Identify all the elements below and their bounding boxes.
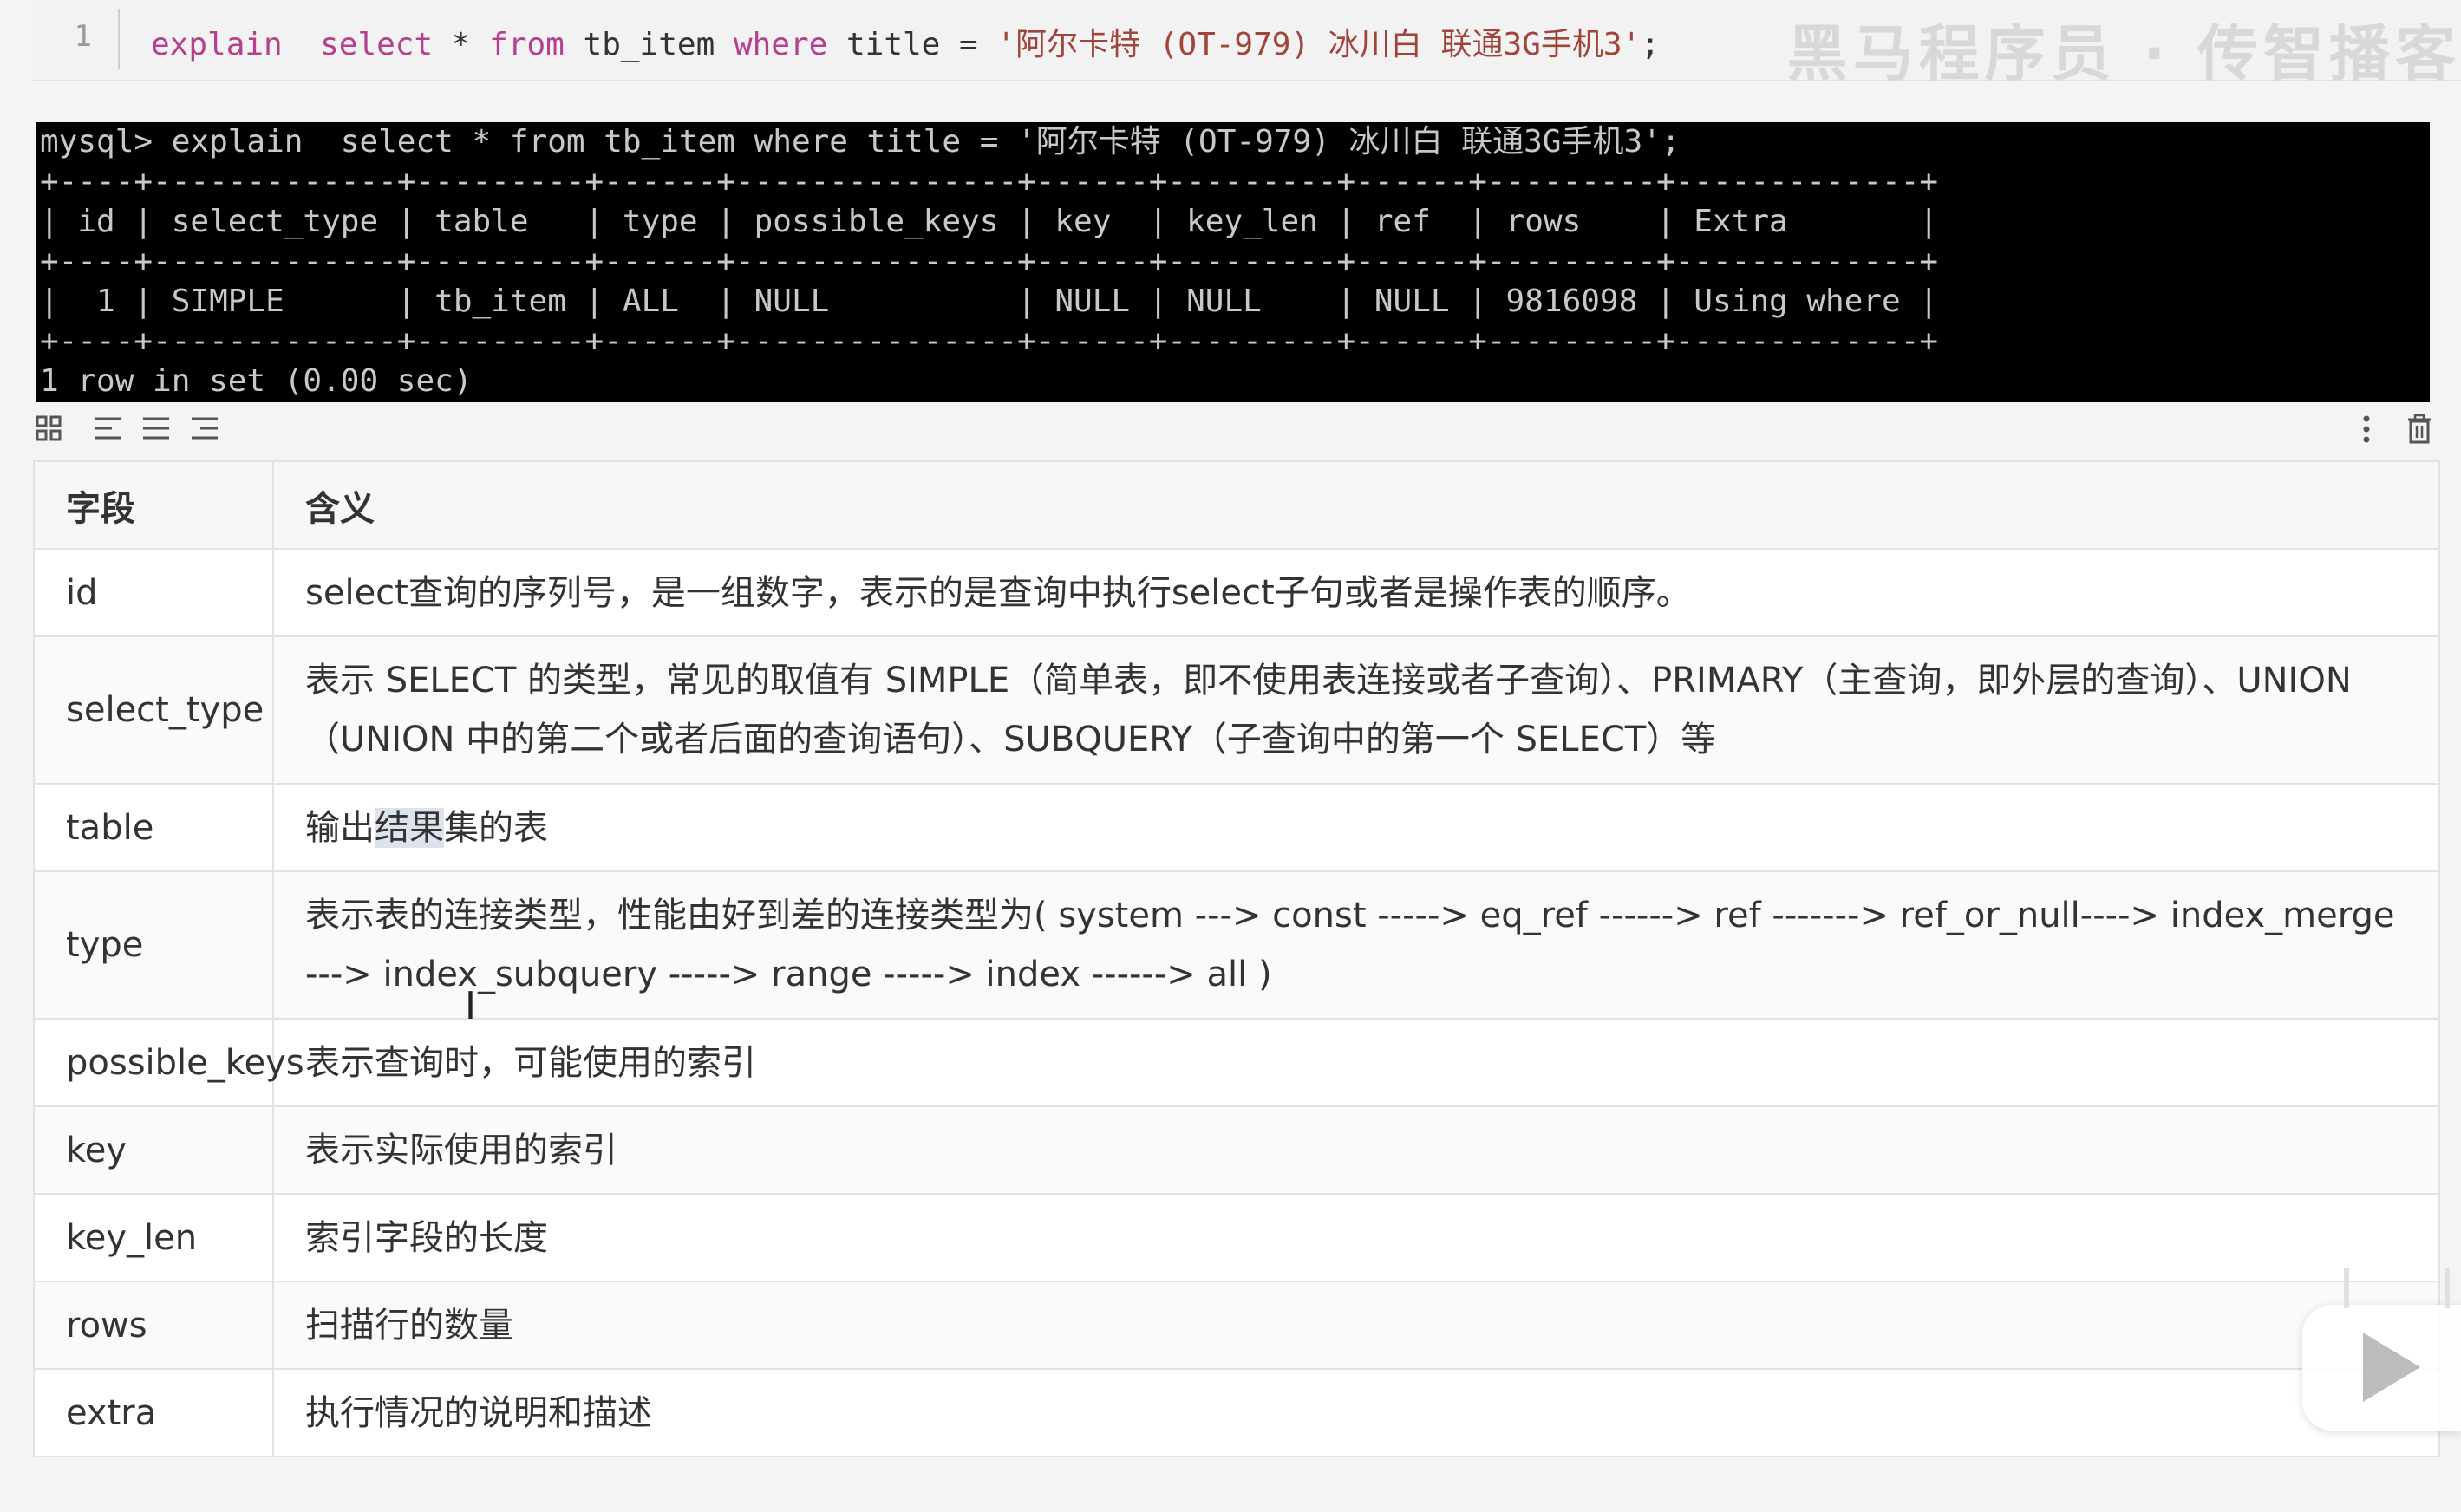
more-vertical-icon[interactable] xyxy=(2351,414,2382,446)
cell-meaning[interactable]: 表示 SELECT 的类型，常见的取值有 SIMPLE（简单表，即不使用表连接或… xyxy=(272,635,2440,785)
align-left-icon[interactable] xyxy=(92,414,123,446)
cell-meaning[interactable]: select查询的序列号，是一组数字，表示的是查询中执行select子句或者是操… xyxy=(272,548,2440,637)
meaning-text: 集的表 xyxy=(444,807,548,848)
meaning-text: 输出 xyxy=(305,807,375,848)
cell-meaning[interactable]: 表示实际使用的索引 xyxy=(272,1105,2440,1195)
table-row: possible_keys 表示查询时，可能使用的索引 xyxy=(33,1018,2440,1107)
play-icon xyxy=(2363,1333,2420,1402)
cell-field[interactable]: type xyxy=(33,870,274,1020)
cell-meaning[interactable]: 表示表的连接类型，性能由好到差的连接类型为( system ---> const… xyxy=(272,870,2440,1020)
cell-field[interactable]: id xyxy=(33,548,274,637)
table-actions xyxy=(2351,414,2435,449)
align-center-icon[interactable] xyxy=(140,414,172,446)
table-row: extra 执行情况的说明和描述 xyxy=(33,1368,2440,1457)
cell-field[interactable]: rows xyxy=(33,1281,274,1370)
cell-meaning[interactable]: 输出结果集的表 xyxy=(272,783,2440,872)
trash-icon[interactable] xyxy=(2404,414,2435,446)
sql-code-line[interactable]: explain select * from tb_item where titl… xyxy=(151,19,1660,64)
tv-antenna-icon xyxy=(2344,1268,2450,1308)
cell-field[interactable]: key xyxy=(33,1105,274,1195)
code-text: ; xyxy=(1641,27,1660,62)
line-number: 1 xyxy=(74,19,92,54)
header-field[interactable]: 字段 xyxy=(33,460,274,550)
watermark: 黑马程序员 · 传智播客 xyxy=(1786,18,2461,89)
gutter-divider xyxy=(118,9,120,69)
table-row: select_type 表示 SELECT 的类型，常见的取值有 SIMPLE（… xyxy=(33,635,2440,785)
cell-field[interactable]: extra xyxy=(33,1368,274,1457)
code-keyword: from xyxy=(489,27,565,62)
code-text: tb_item xyxy=(564,27,734,62)
code-text: * xyxy=(433,27,490,62)
cell-meaning[interactable]: 扫描行的数量 xyxy=(272,1281,2440,1370)
cell-field[interactable]: select_type xyxy=(33,635,274,785)
header-meaning[interactable]: 含义 xyxy=(272,460,2440,550)
cell-meaning[interactable]: 索引字段的长度 xyxy=(272,1193,2440,1282)
code-keyword: where xyxy=(733,27,828,62)
terminal-output: mysql> explain select * from tb_item whe… xyxy=(40,124,1939,399)
cell-field[interactable]: possible_keys xyxy=(33,1018,304,1107)
selected-text-highlight: 结果 xyxy=(375,807,444,848)
cell-field[interactable]: key_len xyxy=(33,1193,274,1282)
explain-fields-table: 字段 含义 id select查询的序列号，是一组数字，表示的是查询中执行sel… xyxy=(33,460,2440,1457)
table-row: key 表示实际使用的索引 xyxy=(33,1105,2440,1195)
cell-meaning[interactable]: 表示查询时，可能使用的索引 xyxy=(272,1018,2440,1107)
code-text: title = xyxy=(827,27,997,62)
grid-icon[interactable] xyxy=(33,414,64,446)
code-editor[interactable]: 1 explain select * from tb_item where ti… xyxy=(31,0,2461,89)
align-right-icon[interactable] xyxy=(189,414,220,446)
table-row: id select查询的序列号，是一组数字，表示的是查询中执行select子句或… xyxy=(33,548,2440,637)
table-row: rows 扫描行的数量 xyxy=(33,1281,2440,1370)
table-header-row: 字段 含义 xyxy=(33,460,2440,550)
table-row: key_len 索引字段的长度 xyxy=(33,1193,2440,1282)
terminal-screenshot: mysql> explain select * from tb_item whe… xyxy=(36,122,2430,402)
cell-meaning[interactable]: 执行情况的说明和描述 xyxy=(272,1368,2440,1457)
code-keyword: select xyxy=(320,27,434,62)
code-string: '阿尔卡特 (OT-979) 冰川白 联通3G手机3' xyxy=(996,27,1642,62)
cell-field[interactable]: table xyxy=(33,783,274,872)
table-row: table 输出结果集的表 xyxy=(33,783,2440,872)
text-cursor-icon: I xyxy=(465,984,476,1028)
code-keyword: explain xyxy=(151,27,283,62)
table-row: type 表示表的连接类型，性能由好到差的连接类型为( system ---> … xyxy=(33,870,2440,1020)
video-play-button[interactable] xyxy=(2302,1268,2461,1431)
